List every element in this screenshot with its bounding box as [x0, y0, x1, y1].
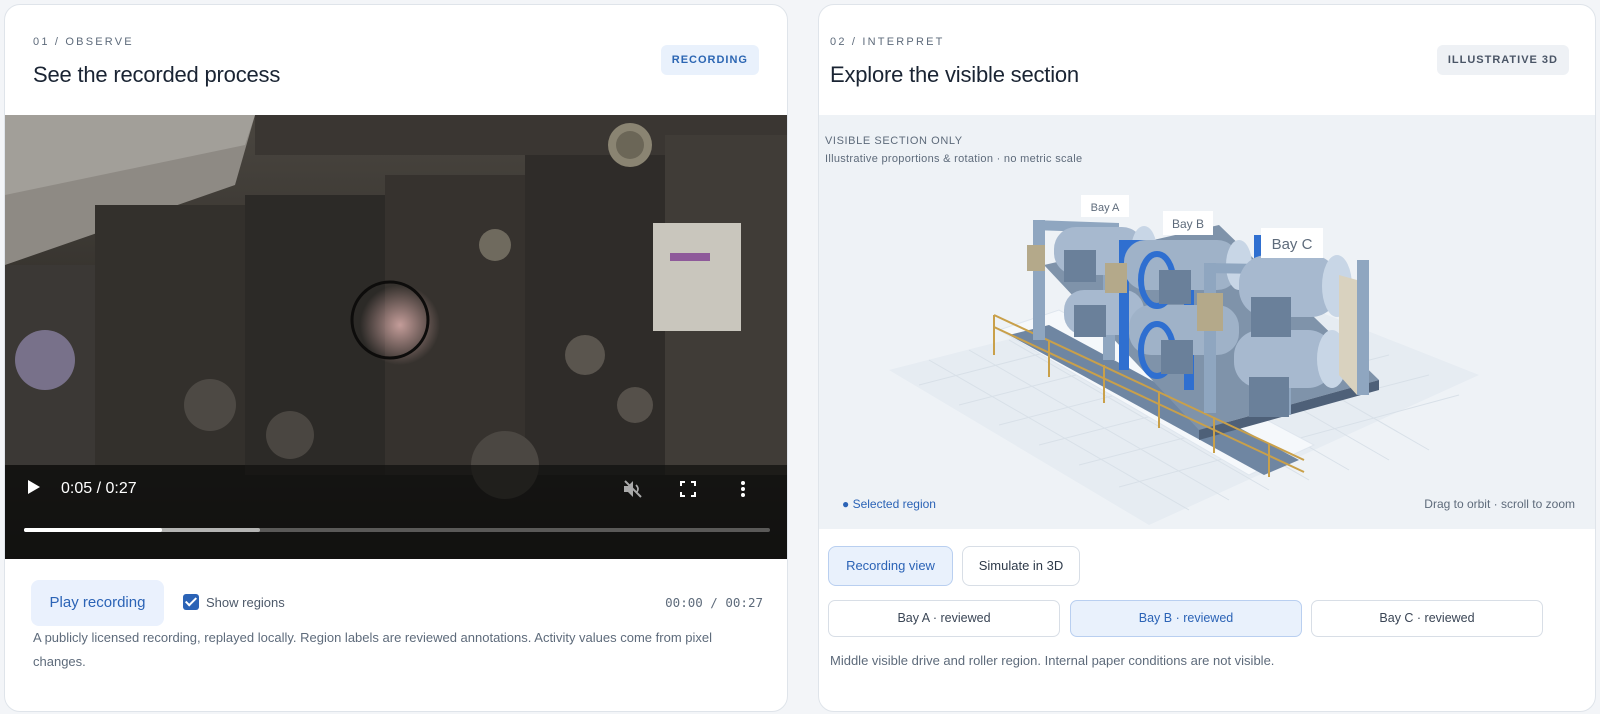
- interpret-eyebrow: 02 / INTERPRET: [830, 36, 945, 48]
- show-regions-checkbox[interactable]: [183, 594, 199, 610]
- fullscreen-icon[interactable]: [680, 481, 696, 502]
- recording-badge: RECORDING: [660, 45, 759, 75]
- bay-description: Middle visible drive and roller region. …: [830, 653, 1275, 668]
- play-icon[interactable]: [27, 479, 41, 500]
- bay-b-button[interactable]: Bay B · reviewed: [1070, 600, 1302, 637]
- 3d-viewport[interactable]: VISIBLE SECTION ONLY Illustrative propor…: [819, 115, 1595, 529]
- video-progress-bar[interactable]: [24, 528, 770, 532]
- video-player[interactable]: 0:05 / 0:27: [5, 115, 787, 559]
- observe-eyebrow: 01 / OBSERVE: [33, 36, 134, 48]
- observe-panel: 01 / OBSERVE See the recorded process RE…: [4, 4, 788, 712]
- bay-a-button[interactable]: Bay A · reviewed: [828, 600, 1060, 637]
- orbit-hint: Drag to orbit · scroll to zoom: [1424, 497, 1575, 511]
- show-regions-label: Show regions: [206, 594, 285, 610]
- play-recording-button[interactable]: Play recording: [31, 580, 164, 626]
- video-progress-fill: [24, 528, 162, 532]
- 3d-scene: Bay A Bay B Bay C: [889, 195, 1479, 525]
- show-regions-toggle[interactable]: Show regions: [183, 594, 285, 610]
- interpret-title: Explore the visible section: [830, 62, 1079, 87]
- observe-caption: A publicly licensed recording, replayed …: [33, 630, 712, 669]
- observe-title: See the recorded process: [33, 62, 281, 87]
- interpret-panel: 02 / INTERPRET Explore the visible secti…: [818, 4, 1596, 712]
- recording-view-button[interactable]: Recording view: [828, 546, 953, 586]
- timecode: 00:00 / 00:27: [665, 595, 763, 610]
- bay-c-tag: Bay C: [1272, 236, 1313, 253]
- bay-b-tag: Bay B: [1172, 217, 1204, 231]
- more-icon[interactable]: [741, 481, 745, 502]
- illustrative-badge: ILLUSTRATIVE 3D: [1436, 45, 1569, 75]
- bay-a-tag: Bay A: [1091, 202, 1120, 214]
- simulate-3d-button[interactable]: Simulate in 3D: [962, 546, 1080, 586]
- video-time: 0:05 / 0:27: [61, 480, 137, 497]
- mute-icon[interactable]: [623, 480, 643, 503]
- bay-c-button[interactable]: Bay C · reviewed: [1311, 600, 1543, 637]
- selected-region-legend: ● Selected region: [842, 497, 936, 511]
